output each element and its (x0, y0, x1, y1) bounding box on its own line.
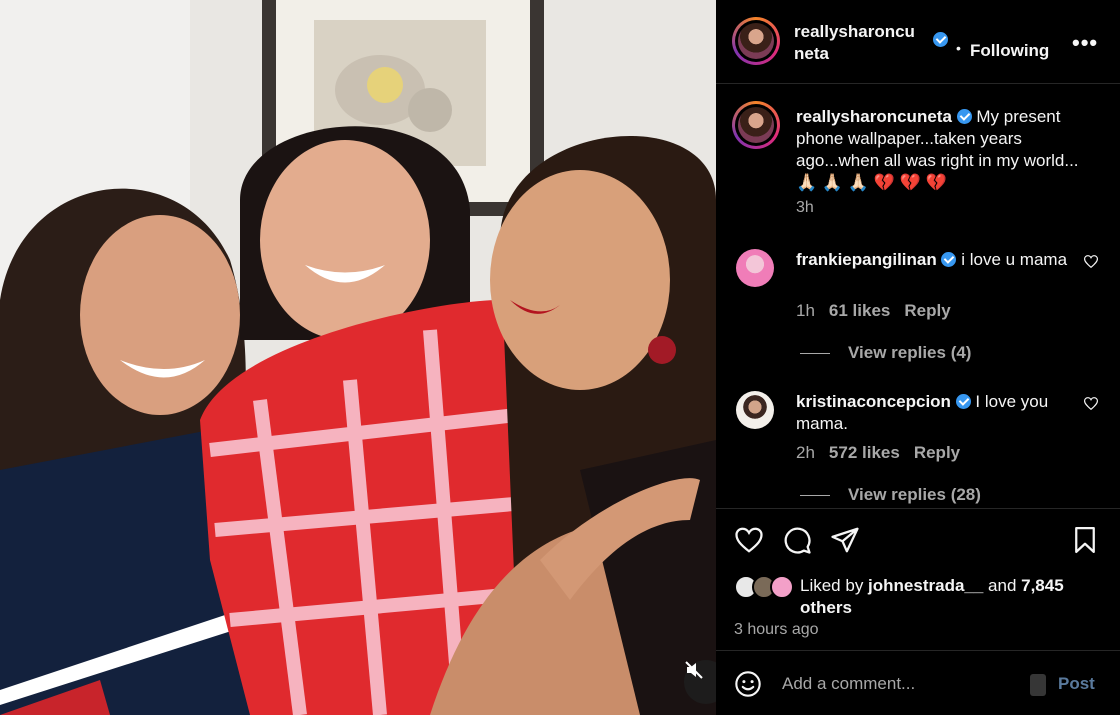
comment-like-icon[interactable] (1083, 397, 1099, 413)
comment-body: i love u mama (956, 250, 1068, 269)
comment-icon[interactable] (782, 525, 812, 555)
share-icon[interactable] (830, 525, 860, 555)
author-avatar[interactable] (732, 17, 780, 65)
scroll-handle[interactable] (1030, 674, 1046, 696)
more-icon[interactable]: ••• (1072, 30, 1098, 56)
view-replies-button[interactable]: View replies (4) (800, 343, 971, 363)
view-replies-label: View replies (28) (848, 485, 981, 504)
comment-time: 1h (796, 301, 815, 320)
caption-avatar[interactable] (732, 101, 780, 149)
comment-meta: 1h 61 likes Reply (796, 301, 965, 321)
following-button[interactable]: Following (970, 41, 1049, 61)
photo-illustration (0, 0, 716, 715)
verified-icon (941, 252, 957, 267)
comment-username[interactable]: kristinaconcepcion (796, 392, 951, 411)
post-timestamp: 3 hours ago (734, 621, 819, 638)
liked-by-text[interactable]: Liked by johnestrada__ and 7,845 others (800, 575, 1110, 619)
replies-divider (800, 353, 830, 355)
commenter-avatar[interactable] (736, 249, 774, 287)
separator-dot: • (956, 40, 961, 56)
bookmark-icon[interactable] (1070, 525, 1100, 555)
commenter-avatar[interactable] (736, 391, 774, 429)
comment-username[interactable]: frankiepangilinan (796, 250, 937, 269)
heart-icon[interactable] (734, 525, 764, 555)
caption-time: 3h (796, 199, 814, 216)
replies-divider (800, 495, 830, 497)
verified-icon (955, 394, 971, 409)
verified-icon (933, 32, 948, 47)
likes-others[interactable]: others (800, 598, 852, 617)
comment-time: 2h (796, 443, 815, 462)
post-details-panel: reallysharoncuneta • Following ••• reall… (716, 0, 1120, 715)
post-header: reallysharoncuneta • Following ••• (716, 0, 1120, 84)
emoji-icon[interactable] (734, 670, 762, 703)
reply-button[interactable]: Reply (914, 443, 960, 462)
view-replies-label: View replies (4) (848, 343, 972, 362)
comment-meta: 2h 572 likes Reply (796, 443, 974, 463)
liked-by-and: and (983, 576, 1022, 595)
liked-by-prefix: Liked by (800, 576, 869, 595)
comment-like-icon[interactable] (1083, 255, 1099, 271)
liked-by-avatars[interactable] (734, 575, 798, 599)
add-comment-bar: Post (716, 652, 1120, 715)
comment-text: frankiepangilinan i love u mama (796, 249, 1076, 271)
caption-username[interactable]: reallysharoncuneta (796, 107, 952, 126)
comments-list[interactable]: reallysharoncuneta My present phone wall… (716, 85, 1120, 507)
avatar (770, 575, 794, 599)
caption-text: reallysharoncuneta My present phone wall… (796, 106, 1096, 194)
likes-count[interactable]: 7,845 (1021, 576, 1064, 595)
comment-likes[interactable]: 61 likes (829, 301, 890, 320)
post-photo[interactable] (0, 0, 716, 715)
post-comment-button[interactable]: Post (1058, 674, 1095, 694)
post-actions: Liked by johnestrada__ and 7,845 others … (716, 508, 1120, 651)
view-replies-button[interactable]: View replies (28) (800, 485, 981, 505)
liked-by-user[interactable]: johnestrada__ (868, 576, 983, 595)
comment-text: kristinaconcepcion I love you mama. (796, 391, 1076, 435)
reply-button[interactable]: Reply (904, 301, 950, 320)
author-username[interactable]: reallysharoncuneta (794, 21, 924, 65)
comment-input[interactable] (782, 674, 1002, 694)
verified-icon (956, 109, 972, 124)
comment-likes[interactable]: 572 likes (829, 443, 900, 462)
